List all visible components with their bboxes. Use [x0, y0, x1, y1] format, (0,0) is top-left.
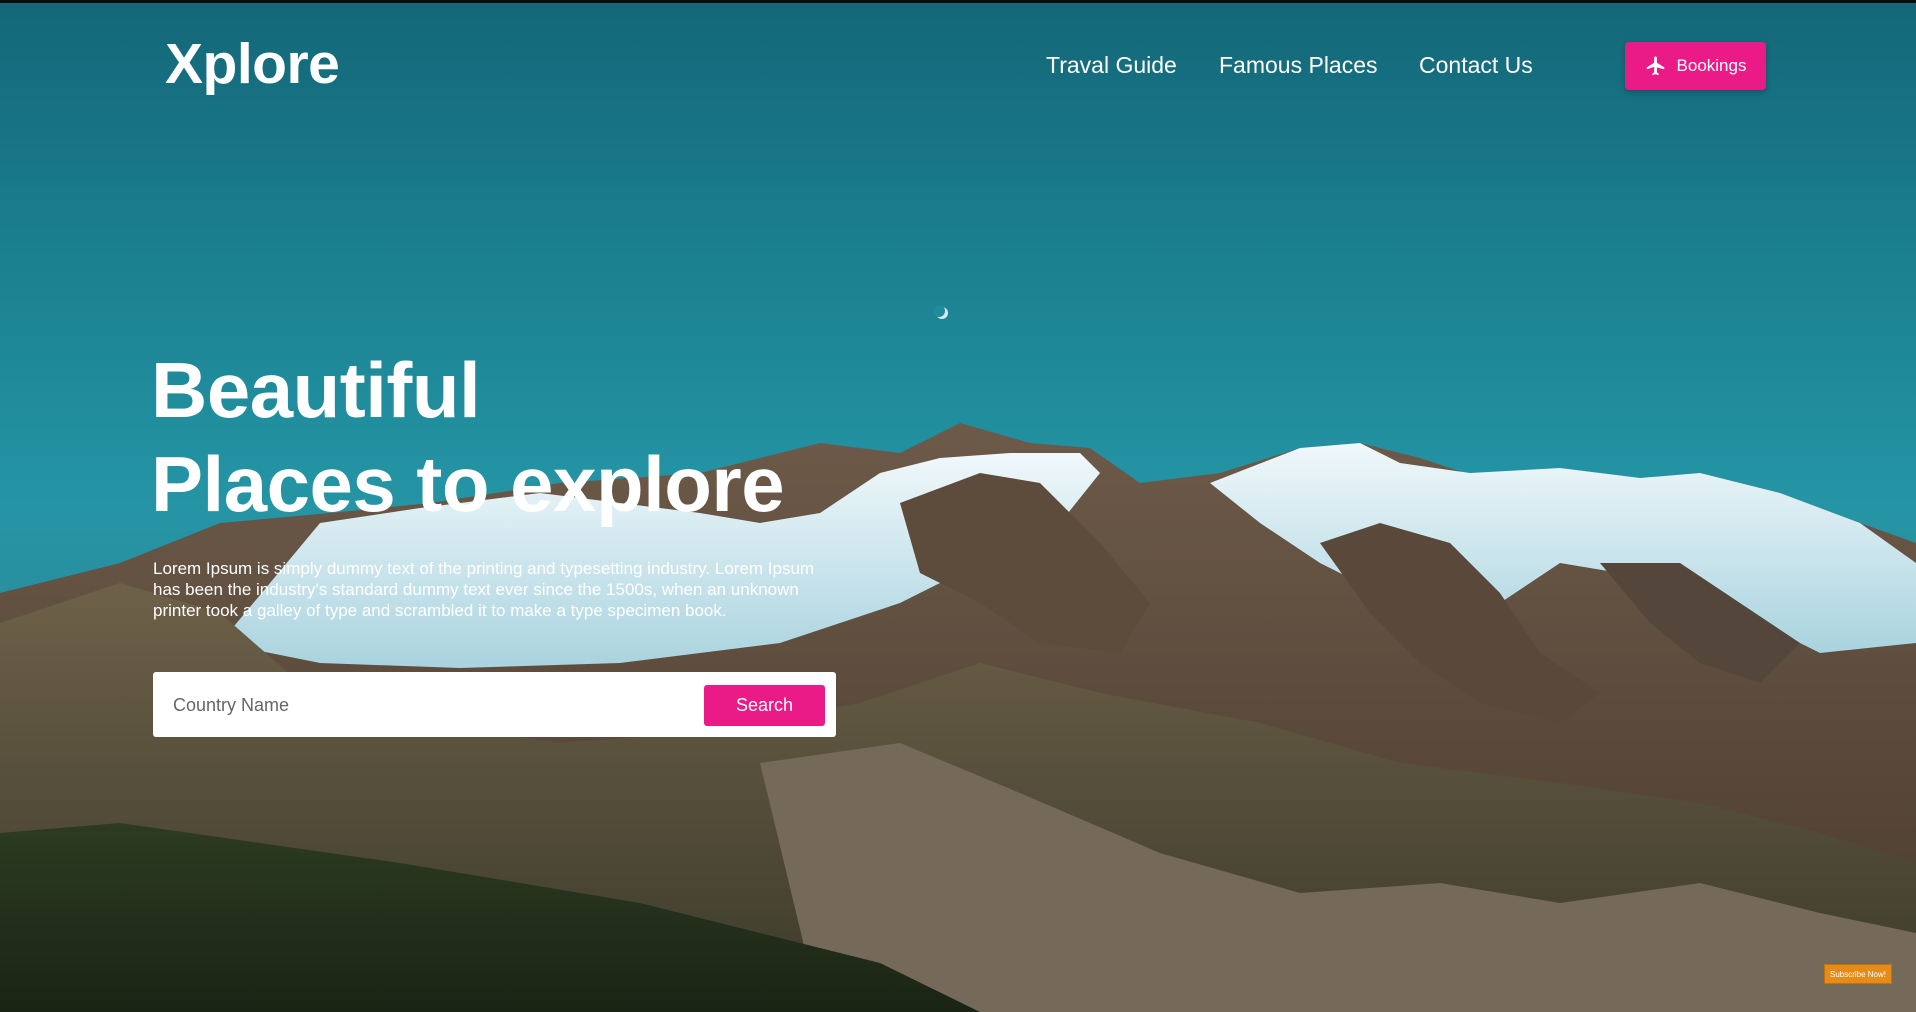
top-navigation-bar: Xplore Traval Guide Famous Places Contac… [0, 3, 1916, 133]
nav-link-famous-places[interactable]: Famous Places [1219, 52, 1378, 79]
hero-headline-line-2: Places to explore [151, 440, 785, 528]
country-search-bar: Search [153, 672, 836, 737]
bookings-button[interactable]: Bookings [1625, 42, 1766, 90]
brand-logo[interactable]: Xplore [165, 31, 340, 97]
bookings-label: Bookings [1676, 56, 1747, 75]
subscribe-button[interactable]: Subscribe Now! [1824, 964, 1892, 984]
hero-description: Lorem Ipsum is simply dummy text of the … [153, 559, 815, 620]
search-button[interactable]: Search [704, 685, 825, 726]
hero-headline: Beautiful Places to explore [151, 343, 785, 531]
page: Xplore Traval Guide Famous Places Contac… [0, 3, 1916, 1012]
nav-link-travel-guide[interactable]: Traval Guide [1046, 52, 1177, 79]
nav-link-contact-us[interactable]: Contact Us [1419, 52, 1533, 79]
airplane-icon [1645, 55, 1667, 77]
hero-headline-line-1: Beautiful [151, 346, 481, 434]
country-search-input[interactable] [171, 686, 675, 724]
